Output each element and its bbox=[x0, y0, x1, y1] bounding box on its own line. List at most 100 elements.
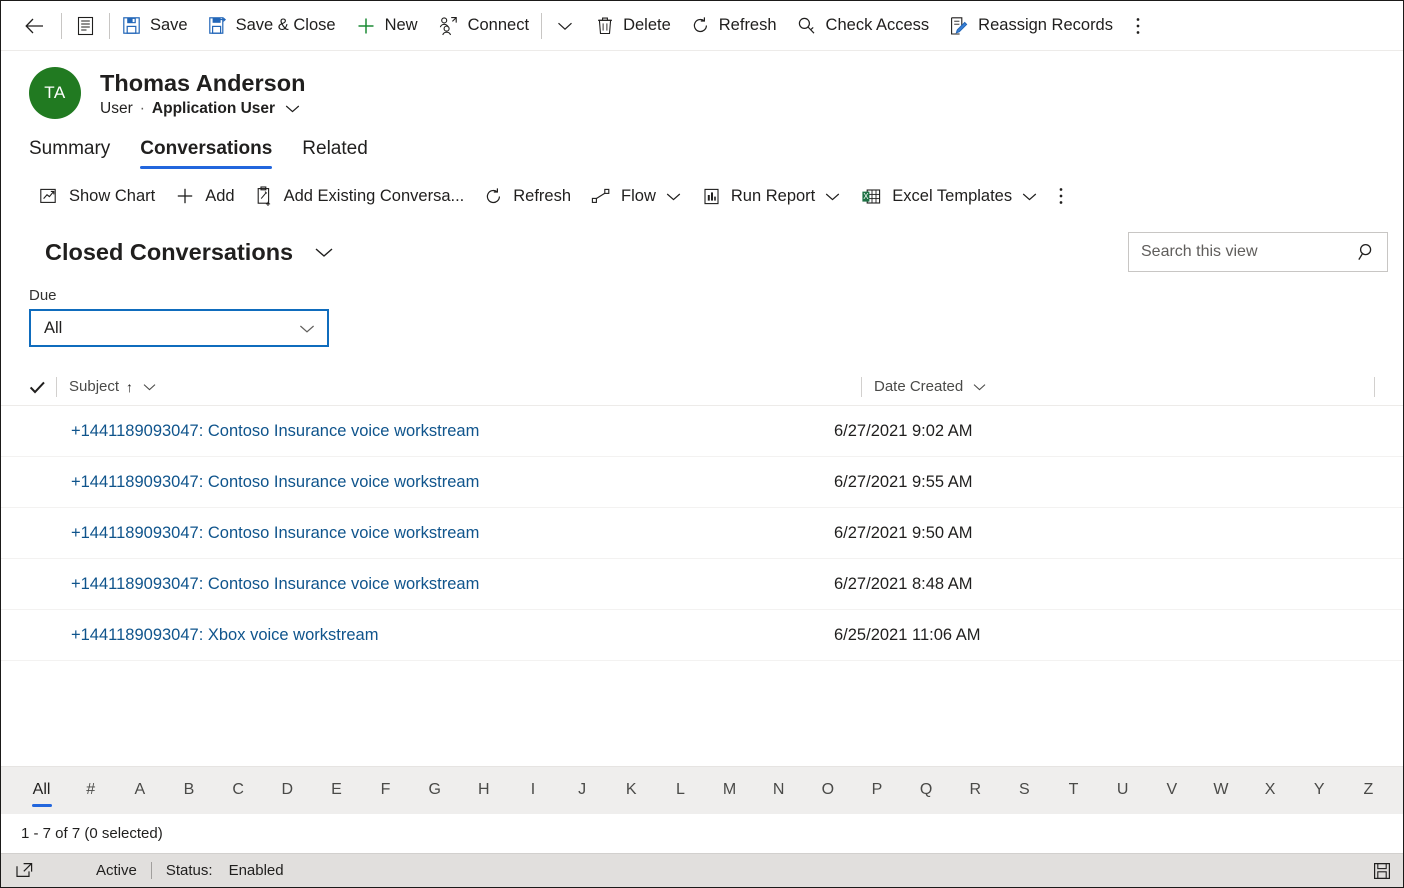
tab-conversations[interactable]: Conversations bbox=[140, 138, 272, 169]
run-report-chevron-down-icon[interactable] bbox=[824, 191, 841, 202]
connect-dropdown-button[interactable] bbox=[544, 4, 586, 48]
refresh-button[interactable]: Refresh bbox=[681, 4, 787, 48]
alpha-filter-k[interactable]: K bbox=[607, 775, 656, 807]
due-filter-select[interactable]: All bbox=[29, 309, 329, 347]
subject-link[interactable]: +1441189093047: Contoso Insurance voice … bbox=[71, 524, 479, 542]
alpha-filter-j[interactable]: J bbox=[558, 775, 607, 807]
column-header-subject[interactable]: Subject ↑ bbox=[56, 368, 861, 406]
subject-link[interactable]: +1441189093047: Xbox voice workstream bbox=[71, 626, 378, 644]
view-header-row: Closed Conversations bbox=[1, 223, 1403, 281]
alpha-filter-t[interactable]: T bbox=[1049, 775, 1098, 807]
subgrid-overflow-button[interactable] bbox=[1048, 176, 1074, 216]
save-and-close-button-label: Save & Close bbox=[236, 16, 336, 35]
save-and-close-button[interactable]: Save & Close bbox=[198, 4, 346, 48]
alpha-filter-y[interactable]: Y bbox=[1295, 775, 1344, 807]
column-header-date-created[interactable]: Date Created bbox=[861, 368, 1403, 406]
alpha-filter-h[interactable]: H bbox=[459, 775, 508, 807]
alpha-filter-r[interactable]: R bbox=[951, 775, 1000, 807]
subgrid-refresh-button[interactable]: Refresh bbox=[474, 176, 581, 216]
alpha-filter-o[interactable]: O bbox=[803, 775, 852, 807]
alpha-filter-s[interactable]: S bbox=[1000, 775, 1049, 807]
alpha-filter-f[interactable]: F bbox=[361, 775, 410, 807]
table-row[interactable]: +1441189093047: Contoso Insurance voice … bbox=[1, 559, 1403, 610]
connect-button-label: Connect bbox=[468, 16, 529, 35]
excel-templates-button[interactable]: X Excel Templates bbox=[851, 176, 1048, 216]
alpha-filter-a[interactable]: A bbox=[115, 775, 164, 807]
flow-icon bbox=[591, 187, 611, 205]
search-icon[interactable] bbox=[1357, 242, 1377, 262]
alpha-filter-n[interactable]: N bbox=[754, 775, 803, 807]
select-all-checkbox[interactable] bbox=[29, 368, 56, 406]
alpha-filter-q[interactable]: Q bbox=[902, 775, 951, 807]
connect-button[interactable]: Connect bbox=[428, 4, 539, 48]
view-selector-chevron-down-icon[interactable] bbox=[313, 245, 335, 259]
column-header-date-created-chevron-down-icon[interactable] bbox=[972, 382, 987, 392]
table-row[interactable]: +1441189093047: Contoso Insurance voice … bbox=[1, 406, 1403, 457]
show-chart-button[interactable]: Show Chart bbox=[29, 176, 165, 216]
cell-subject[interactable]: +1441189093047: Xbox voice workstream bbox=[29, 626, 834, 645]
delete-button[interactable]: Delete bbox=[586, 4, 681, 48]
alpha-filter-b[interactable]: B bbox=[164, 775, 213, 807]
alpha-filter-m[interactable]: M bbox=[705, 775, 754, 807]
alpha-filter-z[interactable]: Z bbox=[1344, 775, 1393, 807]
search-box[interactable] bbox=[1128, 232, 1388, 272]
alpha-filter-c[interactable]: C bbox=[214, 775, 263, 807]
refresh-icon bbox=[484, 187, 503, 206]
tab-summary[interactable]: Summary bbox=[29, 138, 110, 169]
page-title: Thomas Anderson bbox=[100, 69, 305, 97]
column-divider bbox=[861, 377, 862, 397]
subject-link[interactable]: +1441189093047: Contoso Insurance voice … bbox=[71, 422, 479, 440]
save-button[interactable]: Save bbox=[112, 4, 198, 48]
cell-subject[interactable]: +1441189093047: Contoso Insurance voice … bbox=[29, 473, 834, 492]
key-icon bbox=[797, 16, 817, 36]
due-filter-chevron-down-icon[interactable] bbox=[298, 323, 316, 334]
form-selector-button[interactable] bbox=[64, 4, 107, 48]
pager-text: 1 - 7 of 7 (0 selected) bbox=[21, 825, 163, 842]
alpha-filter-u[interactable]: U bbox=[1098, 775, 1147, 807]
back-button[interactable] bbox=[7, 4, 59, 48]
form-selector-chevron-down-icon[interactable] bbox=[284, 103, 301, 114]
cell-subject[interactable]: +1441189093047: Contoso Insurance voice … bbox=[29, 524, 834, 543]
alpha-filter-g[interactable]: G bbox=[410, 775, 459, 807]
table-row[interactable]: +1441189093047: Contoso Insurance voice … bbox=[1, 508, 1403, 559]
cell-subject[interactable]: +1441189093047: Contoso Insurance voice … bbox=[29, 575, 834, 594]
alpha-filter-v[interactable]: V bbox=[1147, 775, 1196, 807]
add-existing-conversation-button[interactable]: Add Existing Conversa... bbox=[245, 176, 475, 216]
subgrid-toolbar: Show Chart Add bbox=[1, 169, 1403, 223]
alpha-filter-l[interactable]: L bbox=[656, 775, 705, 807]
flow-chevron-down-icon[interactable] bbox=[665, 191, 682, 202]
column-header-date-created-label: Date Created bbox=[874, 378, 963, 395]
table-row[interactable]: +1441189093047: Contoso Insurance voice … bbox=[1, 457, 1403, 508]
alpha-filter-i[interactable]: I bbox=[508, 775, 557, 807]
back-arrow-icon bbox=[23, 15, 45, 37]
excel-templates-chevron-down-icon[interactable] bbox=[1021, 191, 1038, 202]
search-input[interactable] bbox=[1141, 243, 1357, 261]
flow-button[interactable]: Flow bbox=[581, 176, 692, 216]
record-subtitle: User · Application User bbox=[100, 100, 305, 118]
check-access-button[interactable]: Check Access bbox=[787, 4, 940, 48]
alpha-filter-p[interactable]: P bbox=[852, 775, 901, 807]
run-report-button[interactable]: Run Report bbox=[692, 176, 851, 216]
alpha-filter-w[interactable]: W bbox=[1196, 775, 1245, 807]
footer-save-icon[interactable] bbox=[1373, 862, 1391, 880]
column-header-subject-chevron-down-icon[interactable] bbox=[142, 382, 157, 392]
subject-link[interactable]: +1441189093047: Contoso Insurance voice … bbox=[71, 575, 479, 593]
command-bar-overflow-button[interactable] bbox=[1123, 4, 1153, 48]
tab-related[interactable]: Related bbox=[302, 138, 368, 169]
reassign-records-button[interactable]: Reassign Records bbox=[939, 4, 1123, 48]
status-bar: Active Status: Enabled bbox=[1, 853, 1403, 887]
alpha-filter-x[interactable]: X bbox=[1246, 775, 1295, 807]
alpha-filter-hash[interactable]: # bbox=[66, 775, 115, 807]
table-row[interactable]: +1441189093047: Xbox voice workstream6/2… bbox=[1, 610, 1403, 661]
cell-subject[interactable]: +1441189093047: Contoso Insurance voice … bbox=[29, 422, 834, 441]
alpha-filter-d[interactable]: D bbox=[263, 775, 312, 807]
alpha-filter-all[interactable]: All bbox=[17, 775, 66, 807]
add-existing-icon bbox=[255, 186, 274, 207]
add-button[interactable]: Add bbox=[165, 176, 244, 216]
popout-icon[interactable] bbox=[15, 862, 34, 879]
excel-icon: X bbox=[861, 187, 882, 206]
alpha-filter-e[interactable]: E bbox=[312, 775, 361, 807]
new-button[interactable]: New bbox=[346, 4, 428, 48]
subject-link[interactable]: +1441189093047: Contoso Insurance voice … bbox=[71, 473, 479, 491]
delete-button-label: Delete bbox=[623, 16, 671, 35]
